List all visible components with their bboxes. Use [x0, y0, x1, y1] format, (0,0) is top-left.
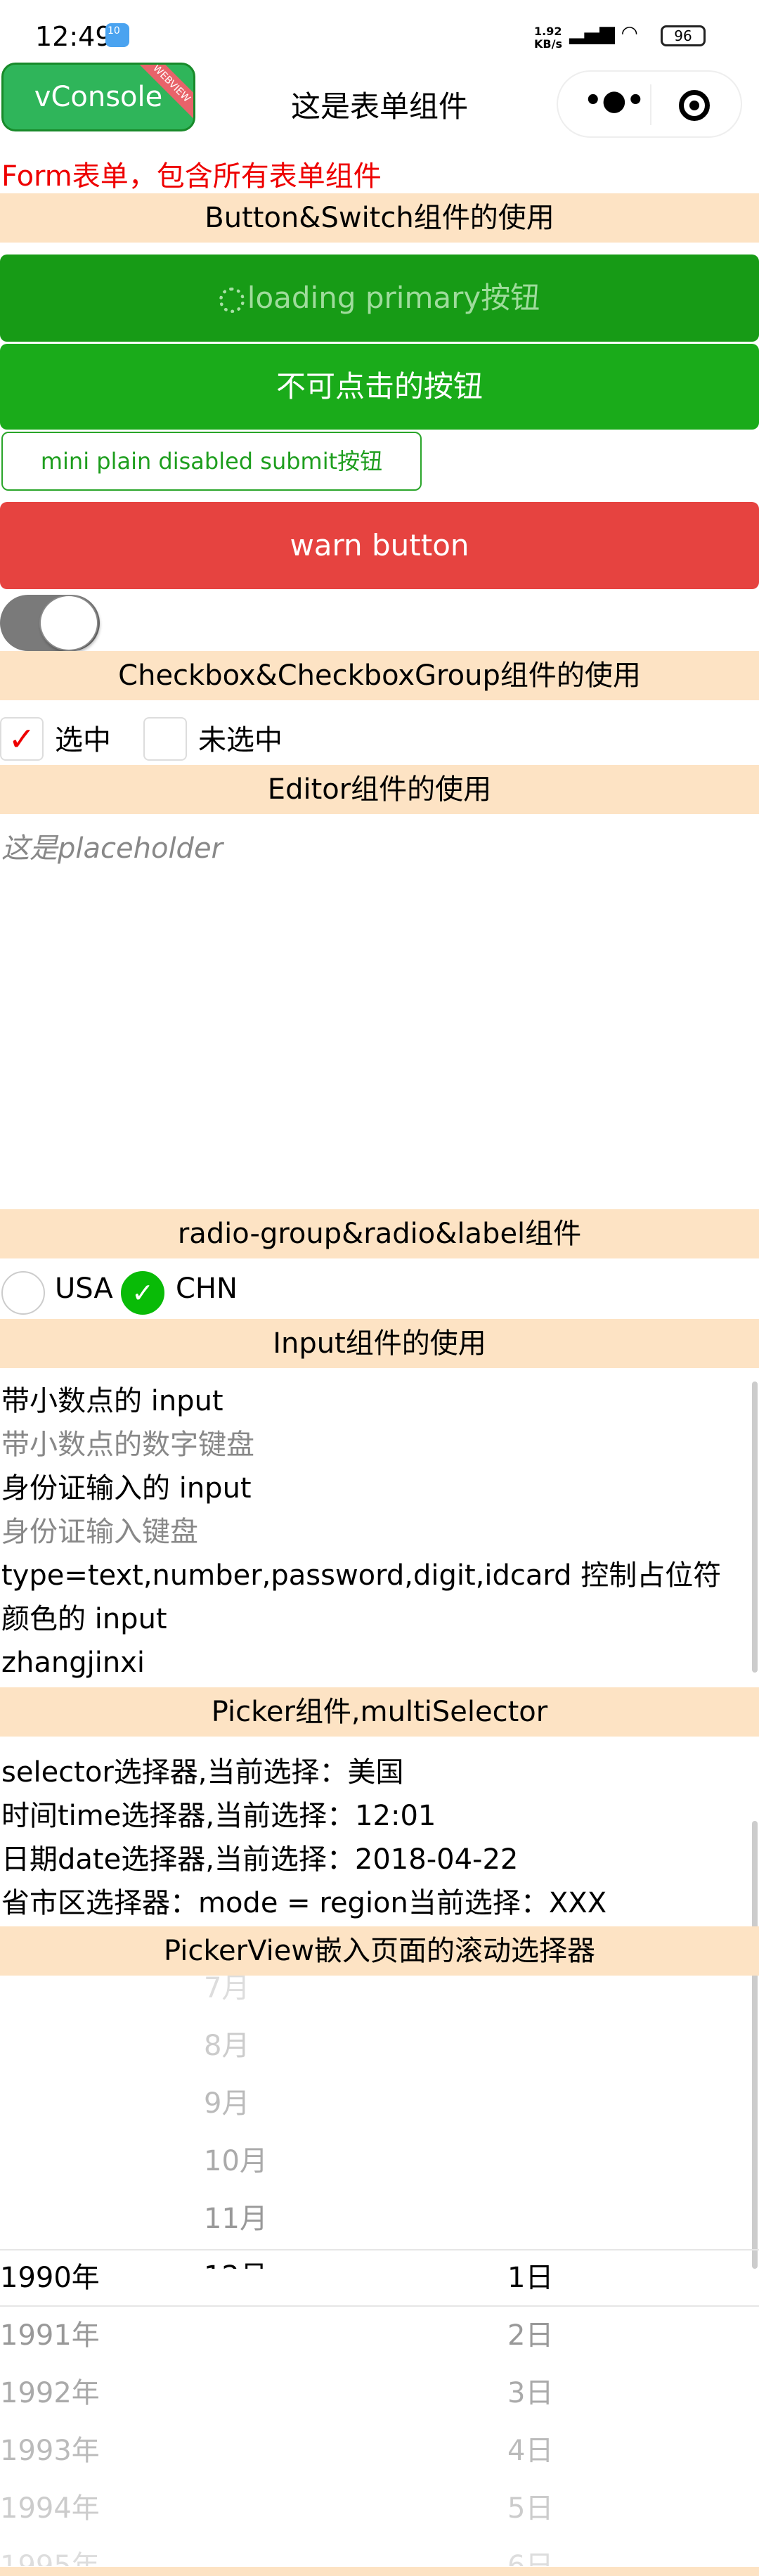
section-header-pickerview: PickerView嵌入页面的滚动选择器 [0, 1926, 759, 1976]
net-speed-value: 1.92 [534, 25, 562, 38]
decimal-input[interactable]: 带小数点的数字键盘 [1, 1423, 746, 1467]
month-option: 8月 [204, 2030, 250, 2062]
input-label: 身份证输入的 input [1, 1472, 252, 1505]
editor-placeholder: 这是placeholder [1, 832, 223, 865]
capsule-divider [650, 84, 651, 125]
input-label: 颜色的 input [1, 1603, 167, 1635]
month-option: 9月 [204, 2087, 250, 2120]
signal-wifi-icon: ▂▄▆ ◠ [569, 21, 638, 44]
form-title: Form表单，包含所有表单组件 [1, 160, 382, 193]
network-speed: 1.92 KB/s [534, 25, 562, 51]
picker-selection-indicator [0, 2249, 759, 2307]
more-icon[interactable]: •●• [579, 84, 649, 117]
section-header-editor: Editor组件的使用 [0, 765, 759, 814]
year-option: 1990年 [0, 2262, 100, 2294]
year-option: 1993年 [0, 2435, 100, 2467]
status-bar: 12:49 10 1.92 KB/s ▂▄▆ ◠ 96 [0, 0, 759, 62]
month-option: 11月 [204, 2203, 268, 2235]
vconsole-label: vConsole [34, 81, 163, 113]
picker-view[interactable]: 1990年 1991年 1992年 1993年 1994年 1995年 7月 8… [0, 1976, 759, 2566]
section-header-picker: Picker组件,multiSelector [0, 1687, 759, 1737]
status-time: 12:49 [35, 21, 112, 52]
date-picker[interactable]: 日期date选择器,当前选择：2018-04-22 [1, 1838, 518, 1881]
month-option: 7月 [204, 1976, 250, 2004]
year-option: 1991年 [0, 2319, 100, 2352]
input-label: type=text,number,password,digit,idcard 控… [1, 1559, 722, 1592]
loading-spinner-icon [219, 287, 245, 313]
editor-area[interactable] [0, 814, 759, 1208]
loading-primary-button[interactable]: loading primary按钮 [0, 255, 759, 342]
section-header-checkbox: Checkbox&CheckboxGroup组件的使用 [0, 651, 759, 700]
time-picker[interactable]: 时间time选择器,当前选择：12:01 [1, 1794, 436, 1838]
year-option: 1995年 [0, 2550, 100, 2566]
selector-picker[interactable]: selector选择器,当前选择：美国 [1, 1751, 403, 1794]
checkbox-checked[interactable]: ✓ [0, 717, 44, 761]
month-option: 12月 [204, 2248, 268, 2269]
day-option: 5日 [507, 2492, 554, 2525]
day-option: 4日 [507, 2435, 554, 2467]
radio-usa[interactable] [1, 1271, 45, 1315]
warn-button[interactable]: warn button [0, 502, 759, 589]
vconsole-button[interactable]: vConsole WEBVIEW [1, 63, 195, 131]
mini-plain-submit-button[interactable]: mini plain disabled submit按钮 [1, 432, 422, 491]
section-header-next [0, 2567, 759, 2576]
battery-icon: 96 [661, 25, 706, 46]
region-picker[interactable]: 省市区选择器：mode = region当前选择：XXX [1, 1881, 606, 1925]
month-option: 10月 [204, 2145, 268, 2177]
checkbox-unchecked[interactable] [143, 717, 187, 761]
net-speed-unit: KB/s [534, 37, 562, 51]
close-miniprogram-icon[interactable] [679, 90, 710, 121]
section-header-button: Button&Switch组件的使用 [0, 193, 759, 243]
day-option: 1日 [507, 2262, 554, 2294]
day-option: 3日 [507, 2377, 554, 2409]
disabled-button[interactable]: 不可点击的按钮 [0, 344, 759, 430]
day-column[interactable]: 1日 2日 3日 4日 5日 6日 [507, 2249, 553, 2566]
loading-button-label: loading primary按钮 [247, 281, 540, 315]
year-column[interactable]: 1990年 1991年 1992年 1993年 1994年 1995年 [0, 2249, 100, 2566]
switch-knob [39, 595, 98, 651]
idcard-input[interactable]: 身份证输入键盘 [1, 1510, 746, 1554]
checkbox-label: 未选中 [198, 724, 283, 756]
section-header-radio: radio-group&radio&label组件 [0, 1209, 759, 1258]
page-title: 这是表单组件 [290, 89, 468, 124]
radio-label: USA [55, 1273, 113, 1305]
text-input[interactable]: zhangjinxi [1, 1641, 746, 1685]
weather-icon: 10 [105, 23, 129, 47]
radio-chn[interactable]: ✓ [121, 1271, 164, 1315]
day-option: 2日 [507, 2319, 554, 2352]
capsule-menu: •●• [557, 70, 742, 138]
year-option: 1992年 [0, 2377, 100, 2409]
input-label: 带小数点的 input [1, 1385, 223, 1417]
radio-label: CHN [176, 1273, 238, 1305]
month-column[interactable]: 7月 8月 9月 10月 11月 12月 [204, 1976, 268, 2269]
day-option: 6日 [507, 2550, 554, 2566]
checkbox-label: 选中 [55, 724, 111, 756]
switch-toggle[interactable] [0, 595, 100, 651]
section-header-input: Input组件的使用 [0, 1319, 759, 1368]
scrollbar[interactable] [752, 1382, 758, 1673]
year-option: 1994年 [0, 2492, 100, 2525]
